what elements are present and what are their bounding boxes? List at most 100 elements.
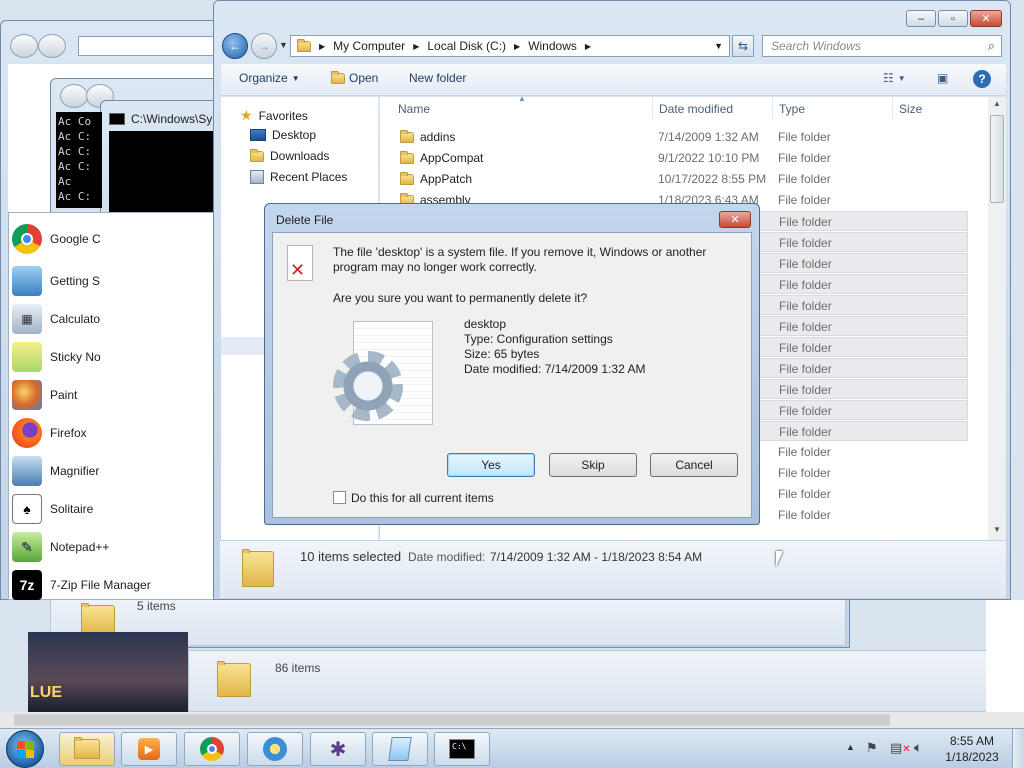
vertical-scrollbar[interactable]: ▲ ▼ [988,97,1006,540]
horizontal-scrollbar[interactable] [0,712,1024,728]
search-input[interactable]: Search Windows ⌕ [762,35,1002,57]
action-center-icon[interactable]: ⚑ [866,740,878,756]
refresh-button[interactable]: ⇆ [732,35,754,57]
file-type-cell: File folder [778,130,831,144]
network-disconnected-icon[interactable]: ▤✕ [890,740,911,756]
start-item-firefox[interactable]: Firefox [12,417,87,449]
open-button[interactable]: Open [331,70,378,85]
apply-all-checkbox[interactable] [333,491,346,504]
column-name[interactable]: Name [398,102,430,116]
start-item-magnifier[interactable]: Magnifier [12,455,99,487]
folder-icon [400,171,414,185]
file-row[interactable]: addins 7/14/2009 1:32 AM File folder [392,127,968,147]
start-item-calculator[interactable]: ▦ Calculato [12,303,100,335]
bg2-back-button[interactable] [60,84,88,108]
dialog-close-button[interactable]: ✕ [719,211,751,228]
file-size: Size: 65 bytes [464,347,540,361]
taskbar-spider-solitaire[interactable]: ✱ [310,732,366,766]
clock[interactable]: 8:55 AM 1/18/2023 [944,733,1000,765]
new-folder-button[interactable]: New folder [409,71,466,85]
taskbar-chrome[interactable] [184,732,240,766]
scroll-up-icon[interactable]: ▲ [993,99,1001,108]
scroll-thumb[interactable] [990,115,1004,203]
yes-button[interactable]: Yes [447,453,535,477]
mouse-cursor [776,551,783,567]
file-type-cell: File folder [779,404,832,418]
cmd-title: C:\Windows\Sy [131,112,213,126]
column-size[interactable]: Size [899,102,922,116]
nav-recent-places[interactable]: Recent Places [250,170,347,184]
paint-icon [12,380,42,410]
breadcrumb-windows[interactable]: Windows [528,39,577,53]
nav-downloads[interactable]: Downloads [250,148,329,163]
back-button[interactable]: ← [222,33,248,59]
bg-image-thumbnail: LUE [28,632,188,712]
star-icon: ★ [240,107,253,123]
address-bar[interactable]: ▶ My Computer ▶ Local Disk (C:) ▶ Window… [290,35,730,57]
breadcrumb-local-disk[interactable]: Local Disk (C:) [427,39,506,53]
details-pane: 10 items selected Date modified: 7/14/20… [220,540,1006,598]
start-item-solitaire[interactable]: ♠ Solitaire [12,493,93,525]
taskbar-notepad[interactable] [372,732,428,766]
address-dropdown-icon[interactable]: ▼ [714,41,723,51]
breadcrumb-my-computer[interactable]: My Computer [333,39,405,53]
forward-button[interactable]: → [251,33,277,59]
start-item-getting-started[interactable]: Getting S [12,265,100,297]
organize-button[interactable]: Organize ▼ [239,71,300,85]
folder-icon [400,129,414,143]
close-button[interactable]: ✕ [970,10,1002,27]
calculator-icon: ▦ [12,304,42,334]
selected-folders-icon [242,549,274,587]
file-row[interactable]: AppCompat 9/1/2022 10:10 PM File folder [392,148,968,168]
open-folder-icon [331,70,345,84]
bg-address-bar[interactable] [78,36,214,56]
scroll-down-icon[interactable]: ▼ [993,525,1001,534]
maximize-button[interactable]: ▫ [938,10,968,27]
cmd-icon: C:\ [449,739,475,759]
recent-places-icon [250,170,264,184]
chrome-icon [200,737,224,761]
file-type-cell: File folder [778,172,831,186]
start-item-7zip[interactable]: 7z 7-Zip File Manager [12,569,151,601]
file-type-cell: File folder [779,278,832,292]
taskbar-network-app[interactable] [247,732,303,766]
column-date-modified[interactable]: Date modified [659,102,733,116]
bg-right-strip [986,600,1024,712]
cmd-console-behind: Ac Co Ac C: Ac C: Ac C: Ac Ac C: [56,112,102,208]
bg-forward-button[interactable] [38,34,66,58]
breadcrumb-sep-icon: ▶ [584,41,592,51]
selection-date-range: 7/14/2009 1:32 AM - 1/18/2023 8:54 AM [490,550,703,564]
recent-pages-chevron-icon[interactable]: ▼ [279,40,288,50]
nav-favorites[interactable]: ★ Favorites [240,107,308,124]
file-type: Type: Configuration settings [464,332,613,346]
show-hidden-icons[interactable]: ▲ [846,742,855,752]
nav-desktop[interactable]: Desktop [250,128,316,142]
help-icon[interactable]: ? [973,70,991,88]
skip-button[interactable]: Skip [549,453,637,477]
column-type[interactable]: Type [779,102,805,116]
cancel-button[interactable]: Cancel [650,453,738,477]
file-row[interactable]: AppPatch 10/17/2022 8:55 PM File folder [392,169,968,189]
start-item-notepad-plus[interactable]: ✎ Notepad++ [12,531,109,563]
preview-pane-button[interactable]: ▣ [937,71,948,85]
taskbar-cmd[interactable]: C:\ [434,732,490,766]
system-file-warning-icon: ✕ [287,245,313,281]
apply-all-label[interactable]: Do this for all current items [351,491,494,505]
file-date-modified: Date modified: 7/14/2009 1:32 AM [464,362,646,376]
minimize-button[interactable]: – [906,10,936,27]
start-item-chrome[interactable]: Google C [12,223,101,255]
taskbar-media-player[interactable]: ▶ [121,732,177,766]
selection-count: 10 items selected [300,549,402,564]
bg-status-count: 5 items [137,599,176,613]
bg-back-button[interactable] [10,34,38,58]
start-item-sticky-notes[interactable]: Sticky No [12,341,101,373]
view-options-button[interactable]: ☷ ▼ [883,71,906,85]
taskbar-explorer[interactable] [59,732,115,766]
show-desktop-button[interactable] [1012,729,1024,768]
file-type-cell: File folder [778,508,831,522]
desktop-icon [250,129,266,141]
start-item-paint[interactable]: Paint [12,379,77,411]
start-button[interactable] [6,730,44,768]
file-date-cell: 7/14/2009 1:32 AM [658,130,759,144]
volume-icon[interactable]: 🔈︎ [914,739,922,756]
